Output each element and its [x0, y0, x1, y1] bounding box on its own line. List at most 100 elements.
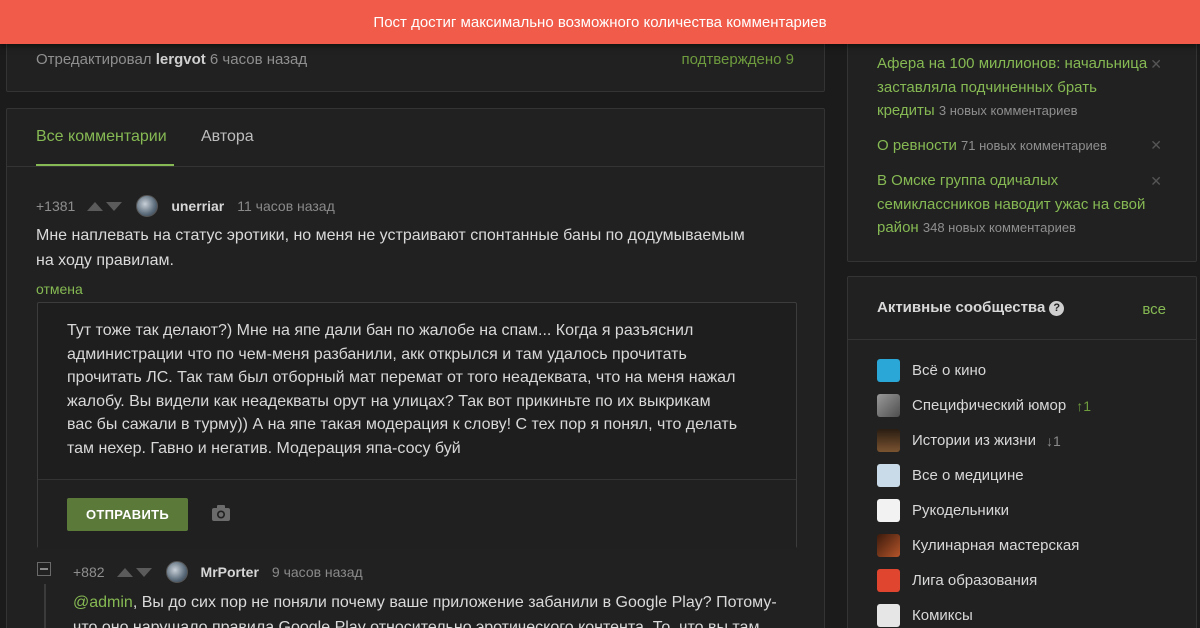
sidebar: Афера на 100 миллионов: начальница заста… — [840, 0, 1200, 628]
comments-limit-banner: Пост достиг максимально возможного колич… — [0, 0, 1200, 44]
tab-all-comments[interactable]: Все комментарии — [36, 128, 167, 146]
community-item[interactable]: Комиксы — [877, 604, 973, 627]
community-item[interactable]: Рукодельники — [877, 499, 1009, 522]
communities-all-link[interactable]: все — [1142, 301, 1166, 318]
communities-title: Активные сообщества? — [877, 299, 1065, 316]
comments-tabs: Все комментарии Автора — [7, 109, 824, 167]
edited-time: 6 часов назад — [209, 51, 308, 68]
community-name: Истории из жизни — [912, 432, 1036, 449]
comics-icon — [877, 604, 900, 627]
close-icon[interactable]: ✕ — [1150, 137, 1162, 154]
candle-icon — [877, 429, 900, 452]
main-column: Отредактировал lergvot 6 часов назад под… — [0, 0, 840, 628]
community-name: Специфический юмор — [912, 397, 1067, 414]
comment-text-line: Мне наплевать на статус эротики, но меня… — [36, 227, 745, 244]
trend-up-indicator: ↑1 — [1076, 397, 1092, 414]
upvote-icon[interactable] — [116, 567, 133, 577]
film-icon — [877, 359, 900, 382]
hot-posts-panel: Афера на 100 миллионов: начальница заста… — [847, 20, 1197, 262]
reply-form[interactable]: Тут тоже так делают?) Мне на япе дали ба… — [37, 302, 797, 549]
reply-toolbar: ОТПРАВИТЬ — [38, 479, 796, 549]
community-item[interactable]: Всё о кино — [877, 359, 986, 382]
hot-post-title-fragment: район — [877, 219, 919, 236]
communities-panel: Активные сообщества? все Всё о кино Спец… — [847, 276, 1197, 628]
comment-text-line: на ходу правилам. — [36, 252, 174, 269]
trend-value: 1 — [1083, 397, 1092, 414]
vote-controls — [87, 201, 123, 211]
camera-icon[interactable] — [211, 504, 231, 522]
hot-post-title-line: кредиты 3 новых комментариев — [877, 99, 1162, 123]
thread-line[interactable] — [44, 584, 46, 628]
comment-header: +882 MrPorter 9 часов назад — [73, 561, 363, 583]
comment-rating: +1381 — [36, 198, 76, 214]
trend-value: 1 — [1052, 432, 1061, 449]
cancel-reply-link[interactable]: отмена — [36, 281, 83, 297]
community-item[interactable]: Все о медицине — [877, 464, 1024, 487]
reply-textarea[interactable]: Тут тоже так делают?) Мне на япе дали ба… — [67, 319, 777, 460]
tab-authors[interactable]: Автора — [201, 128, 254, 146]
reply-line: администрации что по чем-меня разбанили,… — [67, 345, 687, 363]
close-icon[interactable]: ✕ — [1150, 173, 1162, 190]
humor-icon — [877, 394, 900, 417]
avatar[interactable] — [165, 561, 188, 583]
community-item[interactable]: Специфический юмор ↑1 — [877, 394, 1091, 417]
collapse-thread-button[interactable] — [37, 562, 51, 576]
downvote-icon[interactable] — [106, 201, 123, 211]
downvote-icon[interactable] — [135, 567, 152, 577]
community-item[interactable]: Истории из жизни ↓1 — [877, 429, 1061, 452]
hot-post-item[interactable]: Афера на 100 миллионов: начальница заста… — [877, 52, 1162, 123]
mention-link[interactable]: @admin — [73, 594, 133, 611]
comments-panel: Все комментарии Автора +1381 unerriar 11… — [6, 108, 825, 628]
send-button[interactable]: ОТПРАВИТЬ — [67, 498, 188, 531]
comment-text-fragment: , Вы до сих пор не поняли почему ваше пр… — [132, 594, 777, 611]
hot-post-item[interactable]: О ревности 71 новых комментариев — [877, 134, 1162, 158]
comment-rating: +882 — [73, 564, 105, 580]
vote-controls — [116, 567, 152, 577]
new-comments-count: 71 новых комментариев — [961, 138, 1107, 153]
new-comments-count: 348 новых комментариев — [922, 220, 1076, 235]
reply-line: Тут тоже так делают?) Мне на япе дали ба… — [67, 322, 694, 339]
avatar[interactable] — [136, 195, 159, 217]
reply-line: вас бы сажали в турму)) А на япе такая м… — [67, 416, 738, 433]
hot-post-title-line: О ревности 71 новых комментариев — [877, 134, 1162, 158]
education-icon — [877, 569, 900, 592]
hot-post-title-line: район 348 новых комментариев — [877, 216, 1162, 240]
edited-prefix: Отредактировал — [36, 51, 152, 68]
community-name: Рукодельники — [912, 502, 1010, 519]
hot-post-title-line: Афера на 100 миллионов: начальница — [877, 55, 1148, 72]
handmade-icon — [877, 499, 900, 522]
comment-username[interactable]: unerriar — [171, 198, 224, 214]
comment-header: +1381 unerriar 11 часов назад — [36, 195, 335, 217]
help-icon[interactable]: ? — [1049, 301, 1065, 316]
reply-line: жалобу. Вы видели как неадекваты орут на… — [67, 392, 711, 410]
comment-text: @admin, Вы до сих пор не поняли почему в… — [73, 590, 813, 628]
comment-text: Мне наплевать на статус эротики, но меня… — [36, 223, 745, 273]
comment-time[interactable]: 11 часов назад — [237, 198, 335, 214]
community-name: Кулинарная мастерская — [912, 537, 1080, 554]
communities-header: Активные сообщества? все — [848, 277, 1196, 340]
upvote-icon[interactable] — [87, 201, 104, 211]
editor-link[interactable]: lergvot — [156, 51, 206, 68]
confirmed-link[interactable]: подтверждено 9 — [681, 51, 794, 68]
active-tab-indicator — [36, 164, 174, 166]
hot-post-title-fragment: О ревности — [877, 137, 957, 154]
comment-time[interactable]: 9 часов назад — [272, 564, 363, 580]
hot-post-item[interactable]: В Омске группа одичалых семиклассников н… — [877, 169, 1162, 240]
reply-line: там нехер. Гавно и негатив. Модерация яп… — [67, 439, 461, 457]
close-icon[interactable]: ✕ — [1150, 56, 1162, 73]
community-item[interactable]: Лига образования — [877, 569, 1037, 592]
reply-line: прочитать ЛС. Так там был отборный мат п… — [67, 369, 736, 386]
community-item[interactable]: Кулинарная мастерская — [877, 534, 1079, 557]
hot-post-title-fragment: кредиты — [877, 102, 935, 119]
hot-post-title-line: семиклассников наводит ужас на свой — [877, 195, 1146, 213]
community-name: Все о медицине — [912, 467, 1024, 484]
comment-username[interactable]: MrPorter — [201, 564, 259, 580]
community-name: Всё о кино — [912, 362, 987, 379]
hot-post-title-line: заставляла подчиненных брать — [877, 78, 1097, 96]
community-name: Комиксы — [912, 607, 973, 624]
community-name: Лига образования — [912, 572, 1038, 589]
communities-title-text: Активные сообщества — [877, 299, 1046, 316]
comment-text-line: что оно нарушало правила Google Play отн… — [73, 619, 760, 628]
trend-down-indicator: ↓1 — [1045, 432, 1061, 449]
cooking-icon — [877, 534, 900, 557]
